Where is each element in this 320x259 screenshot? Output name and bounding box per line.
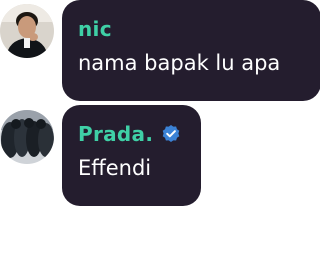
sender-avatar-nic[interactable] <box>0 4 54 58</box>
message-text: Effendi <box>78 156 152 180</box>
message-bubble[interactable]: nic nama bapak lu apa <box>62 0 320 101</box>
message-bubble[interactable]: Prada. Effendi <box>62 105 201 206</box>
chat-message: Prada. Effendi <box>0 105 320 210</box>
user-photo-avatar-icon <box>0 4 54 58</box>
sender-name[interactable]: Prada. <box>78 122 153 146</box>
group-photo-avatar-icon <box>0 110 54 164</box>
chat-message: nic nama bapak lu apa <box>0 0 320 104</box>
sender-row: nic <box>78 13 305 45</box>
verified-badge-icon <box>161 124 181 144</box>
message-text: nama bapak lu apa <box>78 51 281 75</box>
sender-name[interactable]: nic <box>78 17 112 41</box>
sender-row: Prada. <box>78 118 185 150</box>
sender-avatar-prada[interactable] <box>0 110 54 164</box>
